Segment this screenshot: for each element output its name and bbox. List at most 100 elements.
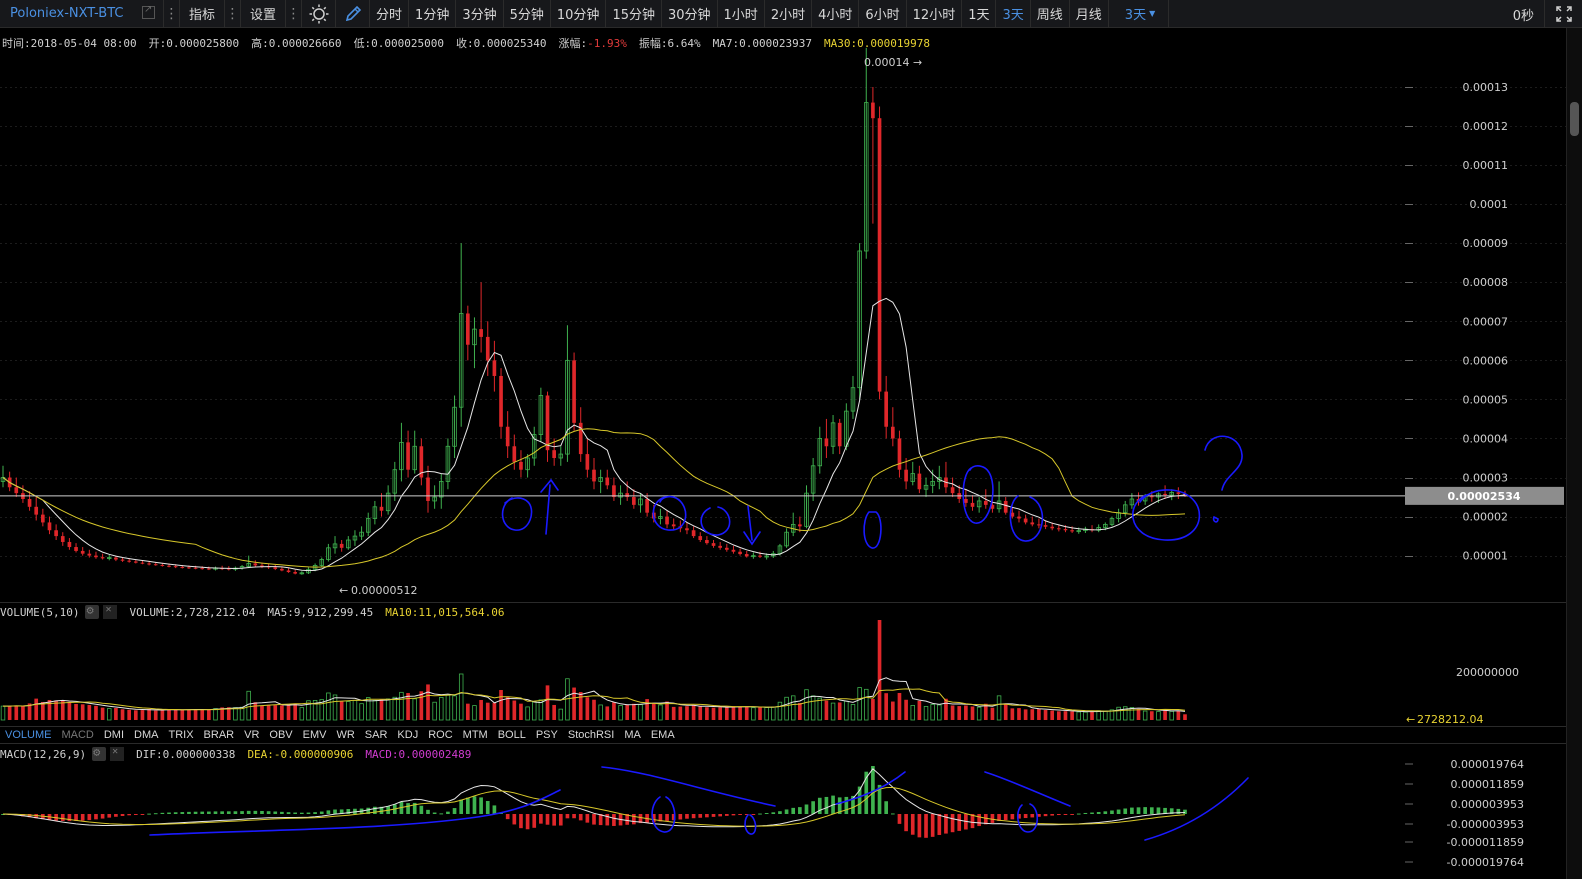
macd-bar (811, 801, 815, 814)
volume-bar (777, 701, 783, 721)
candle-body (160, 565, 165, 567)
indicator-tab[interactable]: KDJ (392, 729, 423, 741)
macd-bar (60, 814, 65, 821)
macd-bar (552, 814, 556, 826)
volume-bar (147, 708, 151, 720)
volume-bar (917, 700, 922, 720)
indicator-tab[interactable]: MA (619, 729, 646, 741)
macd-bar (406, 803, 410, 814)
volume-bar (864, 688, 869, 721)
close-icon[interactable] (110, 746, 125, 761)
macd-bar (1043, 814, 1048, 817)
indicator-tab[interactable]: VR (239, 729, 264, 741)
volume-bar (612, 702, 616, 720)
macd-bar (1076, 813, 1081, 815)
volume-bar (452, 695, 457, 721)
candle-body (1063, 529, 1068, 531)
indicator-tab[interactable]: EMV (298, 729, 332, 741)
candle-body (731, 549, 736, 552)
volume-bar (810, 695, 816, 721)
macd-bar (200, 811, 205, 814)
volume-axis-tick: 200000000 (1456, 666, 1519, 679)
volume-bar (645, 699, 649, 720)
candle-body (950, 487, 955, 494)
volume-bar (658, 704, 663, 721)
macd-histogram (1, 766, 1187, 838)
indicator-tab[interactable]: OBV (264, 729, 297, 741)
indicator-tab[interactable]: EMA (646, 729, 680, 741)
ohlc-amplitude: 振幅:6.64% (638, 37, 701, 50)
macd-bar (133, 814, 138, 815)
candle-body (54, 530, 58, 537)
indicator-tab[interactable]: DMA (129, 729, 163, 741)
price-axis-tick: 0.00006 (1463, 354, 1509, 367)
volume-bar (445, 694, 451, 721)
candle-body (187, 567, 191, 569)
indicator-tab[interactable]: TRIX (163, 729, 198, 741)
macd-bar (87, 814, 92, 821)
indicator-tab[interactable]: MTM (458, 729, 493, 741)
macd-bar (492, 805, 497, 814)
volume-bar (1076, 711, 1081, 721)
macd-axis-tick: -0.000019764 (1447, 856, 1524, 869)
volume-bars (0, 620, 1187, 721)
volume-bar (519, 703, 523, 720)
candle-body (592, 469, 596, 482)
volume-bar (372, 699, 378, 721)
volume-bar (492, 702, 497, 720)
candle-body (738, 551, 742, 555)
indicator-tab[interactable]: ROC (423, 729, 457, 741)
macd-bar (698, 814, 703, 818)
gear-icon[interactable] (85, 603, 100, 619)
gear-icon[interactable] (92, 745, 107, 761)
macd-bar (472, 796, 477, 814)
volume-bar (598, 704, 603, 721)
close-icon[interactable] (103, 604, 118, 619)
macd-bar (937, 814, 942, 835)
candle-body (479, 329, 483, 337)
macd-bar (1003, 814, 1008, 821)
volume-bar (1142, 710, 1148, 721)
indicator-tab[interactable]: VOLUME (0, 729, 56, 741)
volume-bar (213, 708, 218, 721)
macd-bar (691, 814, 696, 819)
indicator-tab[interactable]: StochRSI (563, 729, 619, 741)
indicator-tab[interactable]: PSY (531, 729, 563, 741)
candle-body (74, 547, 78, 551)
macd-axis: 0.000019764 0.000011859 0.000003953 -0.0000… (1405, 758, 1524, 869)
candle-body (718, 545, 722, 548)
indicator-tab[interactable]: SAR (360, 729, 393, 741)
volume-bar (990, 707, 995, 720)
volume-bar (412, 698, 417, 721)
annotation-macd-line-2 (601, 766, 776, 807)
macd-bar (778, 811, 782, 814)
macd-bar (220, 811, 224, 814)
indicator-tab[interactable]: BOLL (493, 729, 531, 741)
hand-drawn-annotations (149, 435, 1249, 841)
volume-bar (499, 690, 503, 720)
indicator-tab[interactable]: WR (331, 729, 359, 741)
indicator-tab[interactable]: MACD (56, 729, 98, 741)
candle-body (711, 543, 716, 546)
volume-bar (41, 701, 45, 720)
macd-bar (711, 814, 716, 817)
volume-bar (239, 706, 245, 721)
volume-bar (120, 709, 125, 720)
candle-body (253, 563, 258, 566)
scrollbar-thumb[interactable] (1570, 102, 1579, 136)
macd-axis-tick: 0.000011859 (1451, 778, 1524, 791)
volume-bar (1023, 709, 1028, 720)
macd-bar (479, 797, 483, 814)
indicator-tab[interactable]: DMI (99, 729, 129, 741)
candle-body (41, 514, 45, 523)
indicator-tab[interactable]: BRAR (199, 729, 240, 741)
max-price-arrow: → (913, 56, 922, 69)
macd-bar (824, 796, 829, 814)
macd-bar (246, 810, 251, 814)
scrollbar[interactable] (1566, 28, 1582, 879)
volume-bar (339, 701, 344, 720)
volume-bar (200, 709, 205, 720)
volume-bar (1176, 710, 1181, 720)
volume-bar (731, 706, 736, 720)
candle-body (625, 493, 630, 498)
